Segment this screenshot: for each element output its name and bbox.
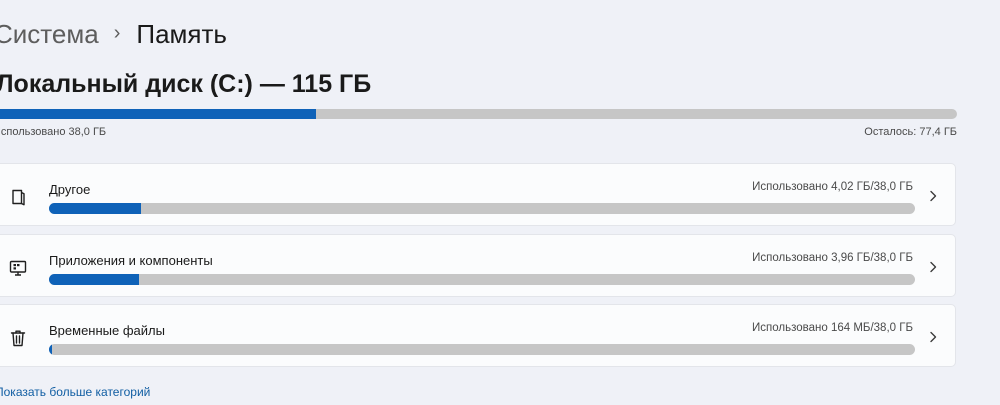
- chevron-right-icon: [927, 189, 939, 203]
- disk-free-label: Осталось: 77,4 ГБ: [864, 126, 957, 138]
- chevron-right-icon: ›: [113, 21, 121, 44]
- category-usage: Использовано 3,96 ГБ/38,0 ГБ: [752, 252, 913, 264]
- disk-title: Локальный диск (C:) — 115 ГБ: [0, 70, 372, 98]
- category-usage-bar: [49, 344, 915, 355]
- disk-used-label: Использовано 38,0 ГБ: [0, 126, 107, 138]
- category-usage-bar-fill: [49, 344, 53, 355]
- category-usage: Использовано 164 МБ/38,0 ГБ: [752, 322, 913, 334]
- category-name: Временные файлы: [49, 323, 165, 338]
- category-usage-bar-fill: [49, 274, 140, 285]
- document-icon: [8, 187, 28, 207]
- category-temp-files[interactable]: Временные файлы Использовано 164 МБ/38,0…: [0, 304, 956, 367]
- category-apps-features[interactable]: Приложения и компоненты Использовано 3,9…: [0, 234, 956, 297]
- apps-icon: [8, 258, 28, 278]
- trash-icon: [8, 328, 28, 348]
- category-name: Другое: [49, 182, 91, 197]
- chevron-right-icon: [927, 260, 939, 274]
- category-usage-bar: [49, 203, 915, 214]
- breadcrumb-system-link[interactable]: Система: [0, 19, 99, 50]
- category-other[interactable]: Другое Использовано 4,02 ГБ/38,0 ГБ: [0, 163, 956, 226]
- category-usage-bar-fill: [49, 203, 141, 214]
- breadcrumb: Система › Память: [0, 16, 227, 52]
- category-usage-bar: [49, 274, 915, 285]
- chevron-right-icon: [927, 330, 939, 344]
- disk-usage-bar-fill: [0, 109, 316, 119]
- disk-usage-bar: [0, 109, 957, 119]
- show-more-categories-link[interactable]: Показать больше категорий: [0, 385, 150, 399]
- category-usage: Использовано 4,02 ГБ/38,0 ГБ: [752, 181, 913, 193]
- page-title: Память: [136, 18, 227, 49]
- category-name: Приложения и компоненты: [49, 253, 213, 268]
